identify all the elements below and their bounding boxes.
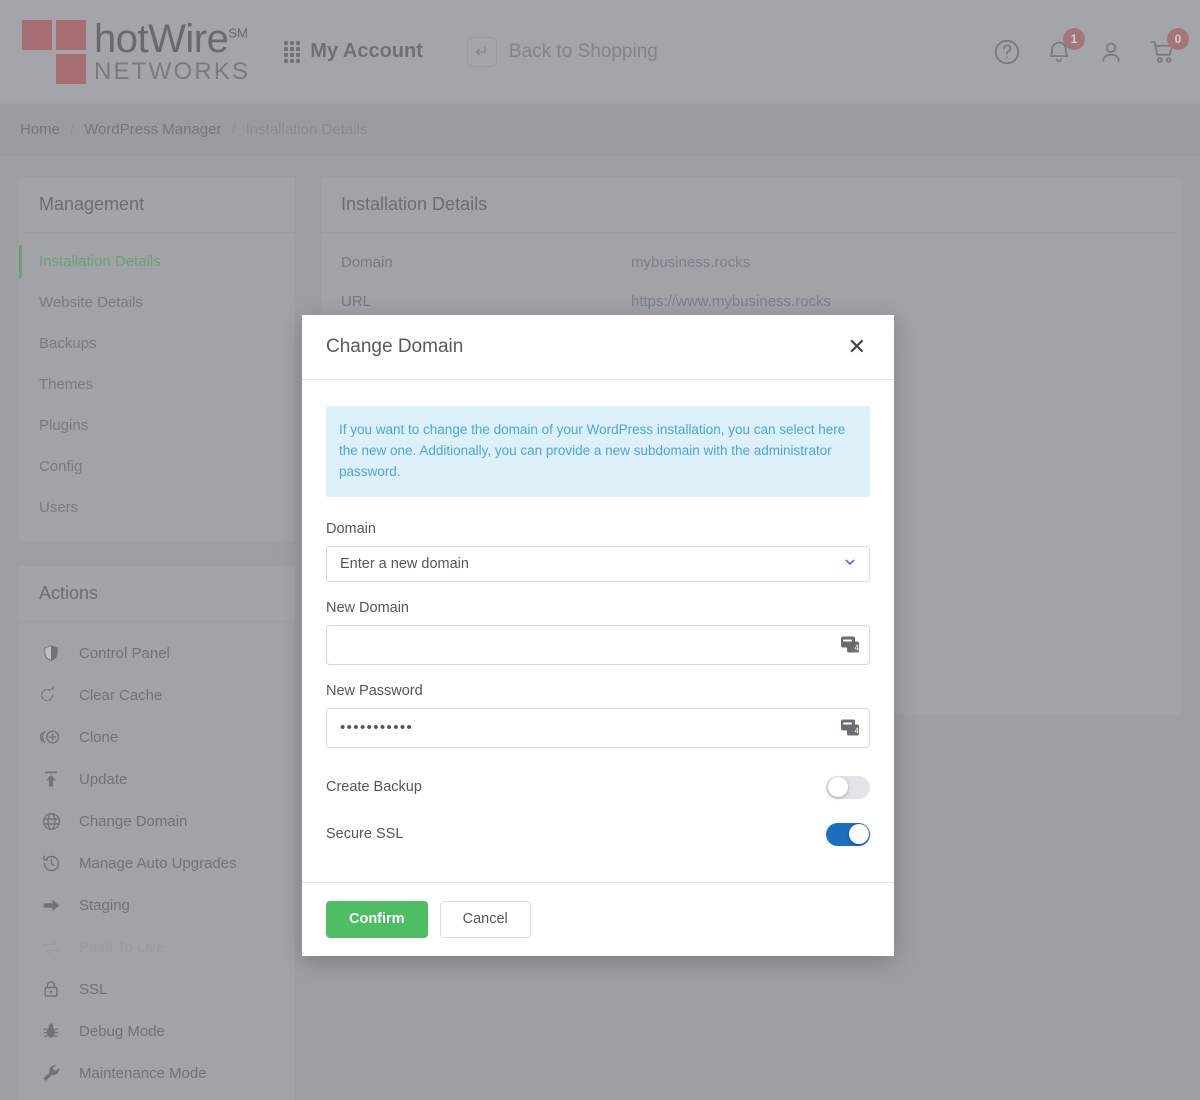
new-domain-field-group: New Domain 4 [326,600,870,665]
new-domain-input[interactable]: 4 [326,624,870,665]
new-password-input[interactable]: ••••••••••• 4 [326,707,870,748]
modal-footer: Confirm Cancel [302,881,894,956]
create-backup-row: Create Backup [326,766,870,809]
domain-field-group: Domain Enter a new domain [326,521,870,582]
new-password-label: New Password [326,682,423,699]
domain-select[interactable]: Enter a new domain [326,545,870,582]
secure-ssl-label: Secure SSL [326,826,404,843]
modal-body: If you want to change the domain of your… [302,380,894,882]
create-backup-label: Create Backup [326,779,422,796]
chevron-down-icon [843,555,857,573]
domain-select-value: Enter a new domain [340,555,469,572]
password-manager-icon[interactable]: 4 [841,719,860,736]
new-password-value: ••••••••••• [340,719,414,737]
modal-title: Change Domain [326,336,464,357]
change-domain-modal: Change Domain ✕ If you want to change th… [302,315,894,956]
confirm-button[interactable]: Confirm [326,900,428,938]
secure-ssl-toggle[interactable] [826,822,870,846]
cancel-button[interactable]: Cancel [439,900,531,938]
close-icon[interactable]: ✕ [844,334,870,360]
secure-ssl-row: Secure SSL [326,813,870,856]
modal-header: Change Domain ✕ [302,315,894,380]
password-manager-icon[interactable]: 4 [841,636,860,653]
info-banner: If you want to change the domain of your… [326,406,870,497]
domain-label: Domain [326,520,376,537]
new-password-field-group: New Password ••••••••••• 4 [326,683,870,748]
create-backup-toggle[interactable] [826,775,870,799]
new-domain-label: New Domain [326,599,409,616]
